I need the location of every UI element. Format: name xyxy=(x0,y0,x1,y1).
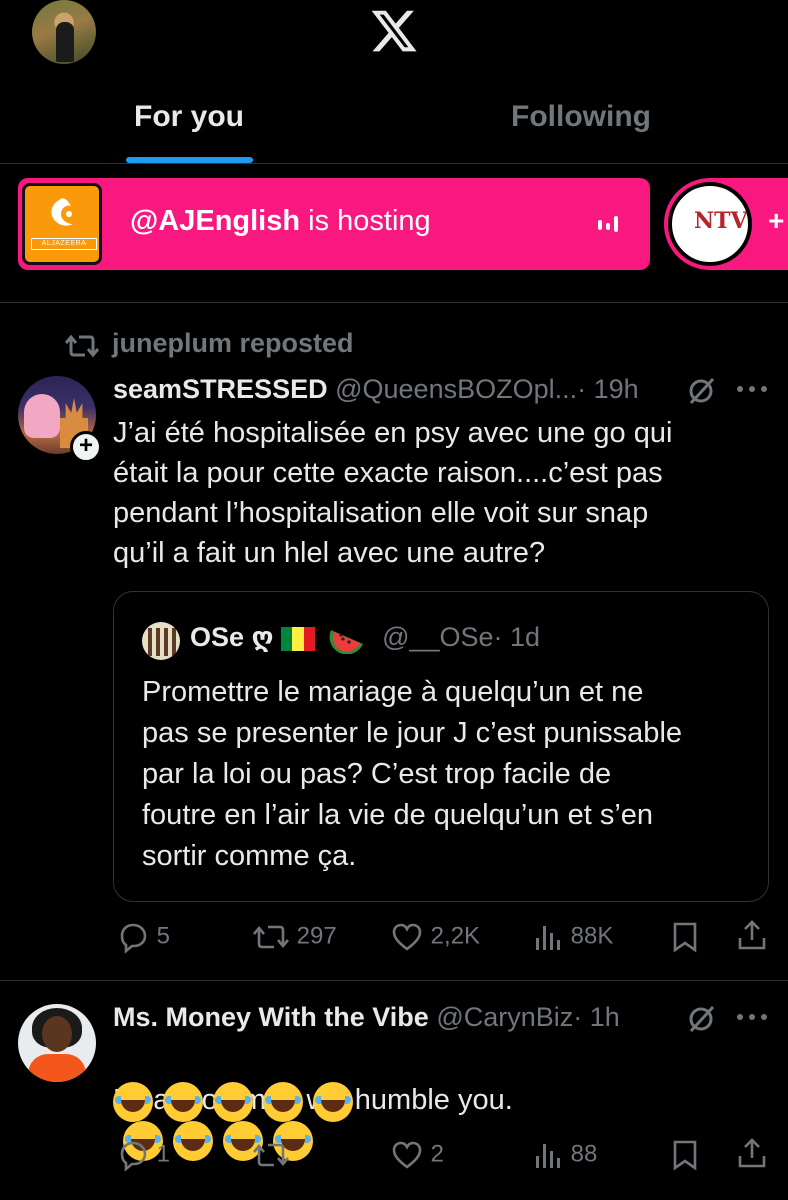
quote-time: · 1d xyxy=(493,622,541,652)
like-count: 2 xyxy=(430,1140,445,1168)
heart-icon xyxy=(392,923,422,951)
x-logo-icon[interactable] xyxy=(366,6,422,56)
repost-small-icon xyxy=(65,334,99,358)
aljazeera-logo: ALJAZEERA xyxy=(22,183,102,265)
joy-emoji-icon xyxy=(113,1082,153,1122)
like-count: 2,2K xyxy=(430,922,481,950)
post-divider xyxy=(0,980,788,981)
joy-emoji-icon xyxy=(263,1082,303,1122)
more-icon[interactable] xyxy=(735,1012,769,1022)
space-host: @AJEnglish xyxy=(130,205,301,237)
profile-avatar[interactable] xyxy=(32,0,96,64)
quote-avatar xyxy=(142,622,180,660)
space-host-text: @AJEnglish is hosting xyxy=(130,205,431,238)
author-handle[interactable]: @QueensBOZOpl... xyxy=(335,374,577,404)
bookmark-icon[interactable] xyxy=(670,1138,700,1172)
post-time[interactable]: · 19h xyxy=(577,374,639,404)
share-icon[interactable] xyxy=(736,1136,768,1170)
author-name[interactable]: Ms. Money With the Vibe xyxy=(113,1002,429,1032)
views-button[interactable]: 88 xyxy=(530,1138,597,1172)
author-handle[interactable]: @CarynBiz xyxy=(436,1002,573,1032)
reply-count: 5 xyxy=(156,922,171,950)
follow-plus-button[interactable]: + xyxy=(70,431,102,463)
repost-icon xyxy=(253,1143,289,1167)
views-count: 88 xyxy=(570,1140,598,1168)
quote-author-name: OSe ღ xyxy=(190,622,274,652)
space-status: is hosting xyxy=(300,205,431,237)
reply-icon xyxy=(120,923,147,954)
quote-header: OSe ღ @__OSe· 1d xyxy=(190,622,541,655)
post-time[interactable]: · 1h xyxy=(573,1002,620,1032)
views-button[interactable]: 88K xyxy=(530,920,613,954)
reply-count: 1 xyxy=(156,1140,171,1168)
like-button[interactable]: 2 xyxy=(390,1138,444,1172)
joy-emoji-icon xyxy=(163,1082,203,1122)
grok-icon[interactable] xyxy=(686,376,716,406)
ntv-logo: NTV xyxy=(668,182,752,266)
ntv-logo-text: NTV xyxy=(694,208,748,234)
grok-icon[interactable] xyxy=(686,1004,716,1034)
space-more[interactable]: + xyxy=(768,205,784,237)
aljazeera-glyph-icon xyxy=(51,198,73,226)
more-icon[interactable] xyxy=(735,384,769,394)
repost-count: 297 xyxy=(296,922,337,950)
views-icon xyxy=(536,926,560,950)
views-count: 88K xyxy=(570,922,614,950)
repost-icon xyxy=(253,925,289,949)
bookmark-icon[interactable] xyxy=(670,920,700,954)
like-button[interactable]: 2,2K xyxy=(390,920,480,954)
joy-emoji-icon xyxy=(313,1082,353,1122)
post-header: seamSTRESSED @QueensBOZOpl...· 19h xyxy=(113,374,639,405)
tab-following[interactable]: Following xyxy=(511,100,651,134)
post-header: Ms. Money With the Vibe @CarynBiz· 1h xyxy=(113,1002,620,1033)
joy-emoji-icon xyxy=(173,1121,213,1162)
repost-button[interactable]: 297 xyxy=(252,920,337,954)
tab-for-you[interactable]: For you xyxy=(134,100,244,134)
heart-icon xyxy=(392,1141,422,1169)
emoji-row-2 xyxy=(113,1082,363,1122)
reply-button[interactable]: 5 xyxy=(116,920,170,954)
spaces-divider xyxy=(0,302,788,303)
author-name[interactable]: seamSTRESSED xyxy=(113,374,328,404)
post-text: J’ai été hospitalisée en psy avec une go… xyxy=(113,417,673,569)
watermelon-icon xyxy=(329,629,363,655)
header-divider xyxy=(0,163,788,164)
repost-label[interactable]: juneplum reposted xyxy=(112,328,354,359)
reply-button[interactable]: 1 xyxy=(116,1138,170,1172)
reply-icon xyxy=(120,1141,147,1172)
avatar[interactable] xyxy=(18,1004,96,1082)
quote-text: Promettre le mariage à quelqu’un et ne p… xyxy=(142,676,683,872)
senegal-flag-icon xyxy=(281,626,316,651)
share-icon[interactable] xyxy=(736,918,768,952)
quote-handle: @__OSe xyxy=(382,622,494,652)
joy-emoji-icon xyxy=(213,1082,253,1122)
views-icon xyxy=(536,1144,560,1168)
audio-bars-icon xyxy=(598,216,618,232)
repost-button[interactable] xyxy=(252,1138,290,1172)
aljazeera-logo-text: ALJAZEERA xyxy=(31,238,97,250)
